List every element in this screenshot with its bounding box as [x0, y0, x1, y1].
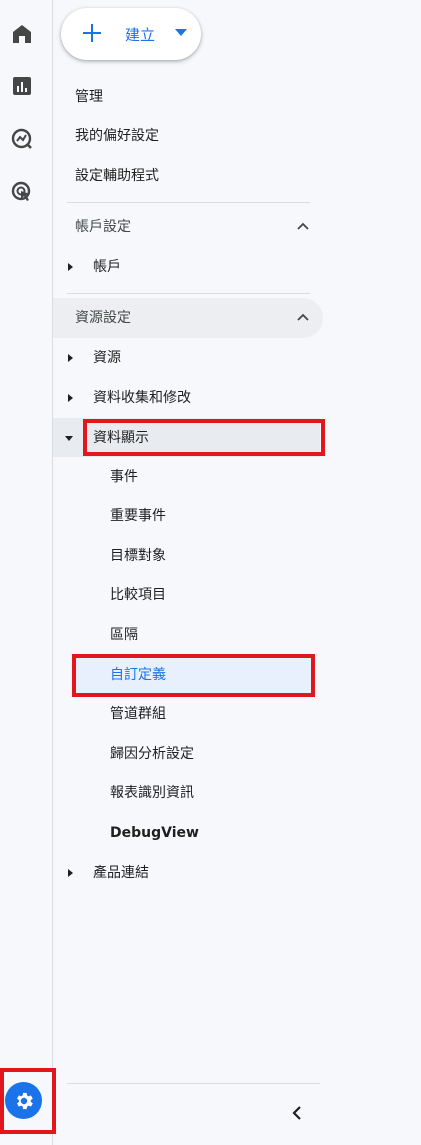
submenu-item-attribution-settings[interactable]: 歸因分析設定 — [53, 734, 323, 774]
submenu-item-comparisons[interactable]: 比較項目 — [53, 575, 323, 615]
submenu-item-debugview[interactable]: DebugView — [53, 813, 323, 853]
submenu-item-key-events[interactable]: 重要事件 — [53, 496, 323, 536]
submenu-item-audiences[interactable]: 目標對象 — [53, 536, 323, 576]
nav-rail — [0, 0, 53, 1145]
create-button[interactable]: 建立 — [61, 8, 201, 60]
menu-item-product-links[interactable]: 產品連結 — [53, 853, 323, 893]
section-property-settings[interactable]: 資源設定 — [53, 298, 323, 338]
menu-item-account[interactable]: 帳戶 — [53, 247, 323, 287]
highlight-box-data-display — [83, 419, 325, 456]
expand-arrow-icon[interactable] — [68, 394, 73, 402]
menu-item-data-collection[interactable]: 資料收集和修改 — [53, 378, 323, 418]
expand-arrow-icon[interactable] — [68, 869, 73, 877]
menu-item-setup-assistant[interactable]: 設定輔助程式 — [53, 156, 323, 196]
expand-arrow-icon[interactable] — [68, 263, 73, 271]
collapse-chevron-icon[interactable] — [289, 1103, 305, 1123]
plus-icon — [83, 24, 101, 42]
divider — [67, 1083, 320, 1084]
menu-item-preferences[interactable]: 我的偏好設定 — [53, 116, 323, 156]
highlight-box-admin — [0, 1068, 56, 1134]
menu-item-property[interactable]: 資源 — [53, 338, 323, 378]
chevron-up-icon[interactable] — [297, 221, 309, 233]
section-account-settings[interactable]: 帳戶設定 — [53, 207, 323, 247]
expand-arrow-icon[interactable] — [68, 354, 73, 362]
highlight-box-custom-definitions — [72, 654, 315, 697]
submenu-item-channel-groups[interactable]: 管道群組 — [53, 694, 323, 734]
reports-icon[interactable] — [9, 73, 35, 99]
menu-item-manage[interactable]: 管理 — [53, 77, 323, 117]
explore-icon[interactable] — [9, 126, 35, 152]
home-icon[interactable] — [9, 21, 35, 47]
submenu-item-segments[interactable]: 區隔 — [53, 615, 323, 655]
collapse-arrow-icon[interactable] — [65, 436, 73, 441]
divider — [67, 202, 310, 203]
submenu-item-events[interactable]: 事件 — [53, 457, 323, 497]
advertising-icon[interactable] — [9, 179, 35, 205]
create-button-label: 建立 — [125, 26, 156, 44]
admin-panel: 建立 管理 我的偏好設定 設定輔助程式 帳戶設定 帳戶 資源設定 資源 資料收集… — [53, 0, 421, 1145]
divider — [67, 293, 310, 294]
chevron-up-icon[interactable] — [297, 312, 309, 324]
dropdown-arrow-icon[interactable] — [175, 29, 187, 36]
submenu-item-reporting-identity[interactable]: 報表識別資訊 — [53, 773, 323, 813]
